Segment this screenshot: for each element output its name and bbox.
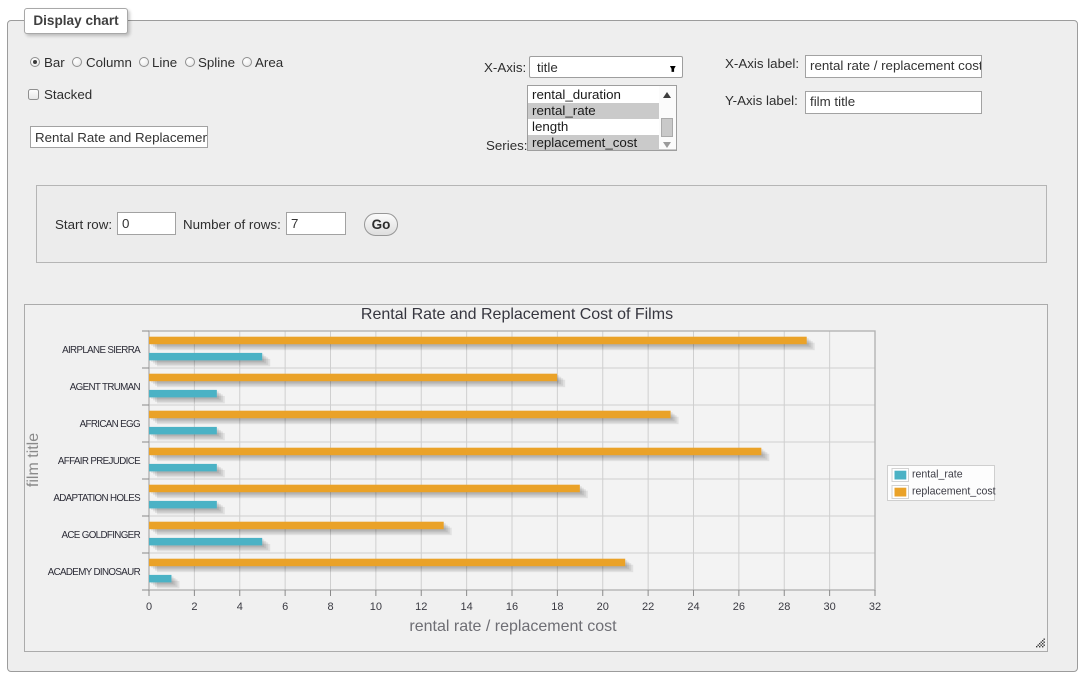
svg-text:20: 20 bbox=[597, 601, 609, 613]
svg-text:rental rate / replacement cost: rental rate / replacement cost bbox=[409, 618, 617, 635]
svg-text:28: 28 bbox=[778, 601, 790, 613]
svg-text:6: 6 bbox=[282, 601, 288, 613]
svg-text:AIRPLANE SIERRA: AIRPLANE SIERRA bbox=[62, 345, 141, 356]
svg-text:4: 4 bbox=[237, 601, 243, 613]
svg-text:2: 2 bbox=[191, 601, 197, 613]
svg-text:12: 12 bbox=[415, 601, 427, 613]
svg-text:AFRICAN EGG: AFRICAN EGG bbox=[80, 419, 140, 430]
svg-text:18: 18 bbox=[551, 601, 563, 613]
svg-text:ADAPTATION HOLES: ADAPTATION HOLES bbox=[53, 493, 141, 504]
svg-text:rental_rate: rental_rate bbox=[912, 469, 963, 481]
svg-text:ACE GOLDFINGER: ACE GOLDFINGER bbox=[61, 530, 140, 541]
svg-text:AFFAIR PREJUDICE: AFFAIR PREJUDICE bbox=[58, 456, 141, 467]
svg-text:film title: film title bbox=[25, 433, 42, 487]
svg-text:22: 22 bbox=[642, 601, 654, 613]
svg-text:8: 8 bbox=[327, 601, 333, 613]
svg-text:10: 10 bbox=[370, 601, 382, 613]
svg-text:ACADEMY DINOSAUR: ACADEMY DINOSAUR bbox=[48, 567, 141, 578]
svg-text:26: 26 bbox=[733, 601, 745, 613]
svg-text:AGENT TRUMAN: AGENT TRUMAN bbox=[70, 382, 141, 393]
svg-text:Rental Rate and Replacement Co: Rental Rate and Replacement Cost of Film… bbox=[361, 306, 673, 323]
svg-text:24: 24 bbox=[687, 601, 699, 613]
svg-text:30: 30 bbox=[824, 601, 836, 613]
svg-text:32: 32 bbox=[869, 601, 881, 613]
svg-text:14: 14 bbox=[461, 601, 473, 613]
svg-text:replacement_cost: replacement_cost bbox=[912, 486, 996, 498]
svg-text:0: 0 bbox=[146, 601, 152, 613]
svg-text:16: 16 bbox=[506, 601, 518, 613]
